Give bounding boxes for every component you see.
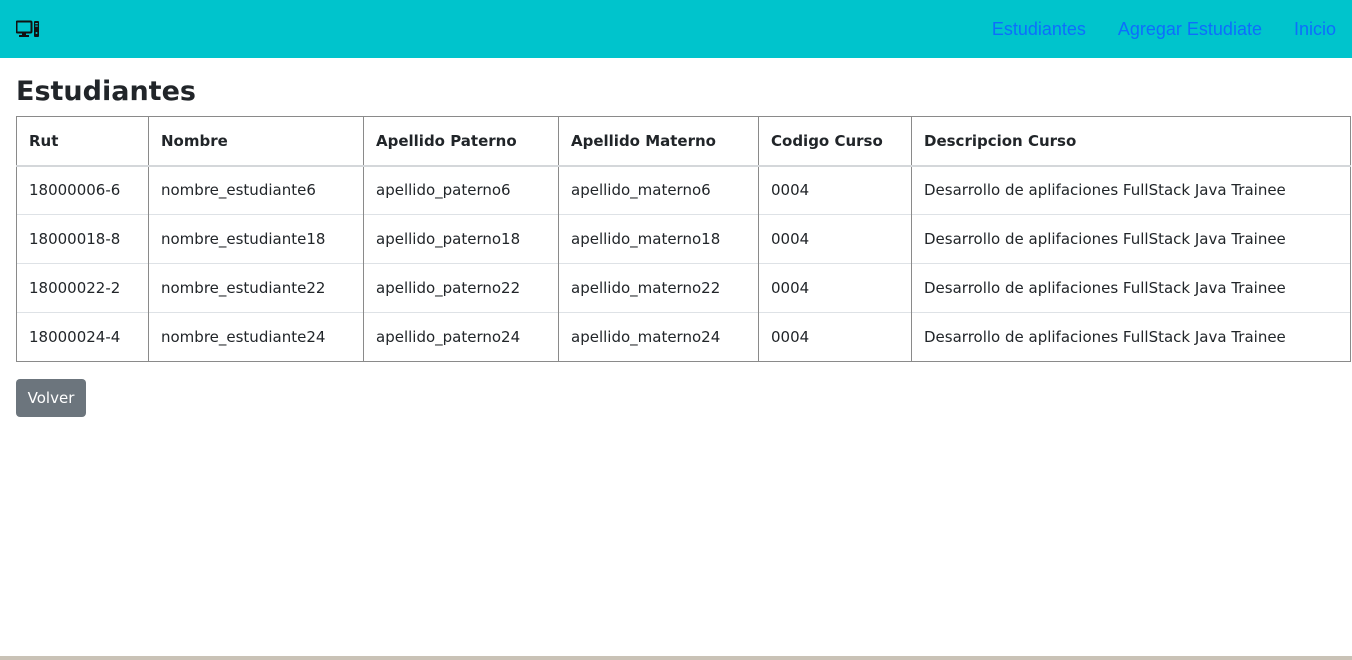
cell-descripcion-curso: Desarrollo de aplifaciones FullStack Jav… [911,214,1351,264]
cell-apellido-paterno: apellido_paterno22 [363,263,559,313]
column-header-codigo-curso: Codigo Curso [758,116,912,167]
cell-descripcion-curso: Desarrollo de aplifaciones FullStack Jav… [911,165,1351,215]
cell-rut: 18000018-8 [16,214,149,264]
column-header-nombre: Nombre [148,116,364,167]
cell-apellido-paterno: apellido_paterno24 [363,312,559,362]
cell-nombre: nombre_estudiante22 [148,263,364,313]
column-header-descripcion-curso: Descripcion Curso [911,116,1351,167]
cell-apellido-paterno: apellido_paterno6 [363,165,559,215]
students-table: Rut Nombre Apellido Paterno Apellido Mat… [16,116,1351,362]
column-header-rut: Rut [16,116,149,167]
nav-link-estudiantes[interactable]: Estudiantes [992,19,1086,40]
cell-nombre: nombre_estudiante24 [148,312,364,362]
cell-nombre: nombre_estudiante18 [148,214,364,264]
table-row: 18000022-2 nombre_estudiante22 apellido_… [16,263,1351,313]
column-header-apellido-materno: Apellido Materno [558,116,759,167]
cell-apellido-materno: apellido_materno22 [558,263,759,313]
cell-rut: 18000006-6 [16,165,149,215]
cell-apellido-materno: apellido_materno18 [558,214,759,264]
cell-rut: 18000024-4 [16,312,149,362]
cell-rut: 18000022-2 [16,263,149,313]
table-row: 18000006-6 nombre_estudiante6 apellido_p… [16,165,1351,215]
nav-link-inicio[interactable]: Inicio [1294,19,1336,40]
cell-codigo-curso: 0004 [758,263,912,313]
column-header-apellido-paterno: Apellido Paterno [363,116,559,167]
cell-descripcion-curso: Desarrollo de aplifaciones FullStack Jav… [911,263,1351,313]
bottom-edge-strip [0,656,1352,660]
table-row: 18000018-8 nombre_estudiante18 apellido_… [16,214,1351,264]
brand-link[interactable] [16,19,42,39]
cell-descripcion-curso: Desarrollo de aplifaciones FullStack Jav… [911,312,1351,362]
cell-codigo-curso: 0004 [758,312,912,362]
navbar: Estudiantes Agregar Estudiate Inicio [0,0,1352,58]
cell-apellido-materno: apellido_materno6 [558,165,759,215]
cell-codigo-curso: 0004 [758,214,912,264]
students-table-container: Rut Nombre Apellido Paterno Apellido Mat… [16,116,1351,362]
table-header-row: Rut Nombre Apellido Paterno Apellido Mat… [16,116,1351,167]
cell-codigo-curso: 0004 [758,165,912,215]
nav-links: Estudiantes Agregar Estudiate Inicio [992,0,1336,58]
table-row: 18000024-4 nombre_estudiante24 apellido_… [16,312,1351,362]
back-button[interactable]: Volver [16,379,86,417]
table-header: Rut Nombre Apellido Paterno Apellido Mat… [16,116,1351,167]
table-body: 18000006-6 nombre_estudiante6 apellido_p… [16,165,1351,362]
cell-apellido-paterno: apellido_paterno18 [363,214,559,264]
desktop-computer-icon [16,20,39,37]
nav-link-agregar-estudiante[interactable]: Agregar Estudiate [1118,19,1262,40]
cell-nombre: nombre_estudiante6 [148,165,364,215]
cell-apellido-materno: apellido_materno24 [558,312,759,362]
page-title: Estudiantes [16,76,196,107]
